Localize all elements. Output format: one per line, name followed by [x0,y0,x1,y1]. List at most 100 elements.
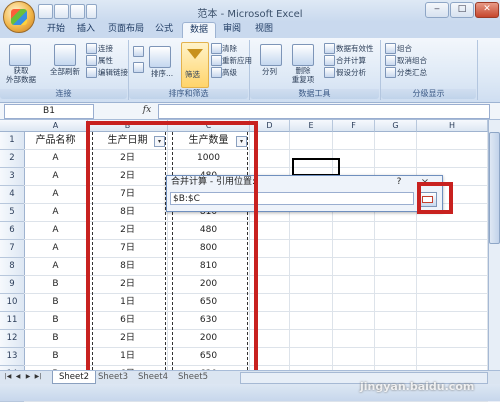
name-box[interactable]: B1 [4,104,94,119]
empty-cell[interactable] [290,132,333,150]
row-header[interactable]: 10 [0,294,25,312]
tab-review[interactable]: 审阅 [218,22,246,38]
empty-cell[interactable] [333,222,375,240]
cell-product[interactable]: A [24,222,88,240]
vertical-scroll-thumb[interactable] [489,132,500,244]
tab-data[interactable]: 数据 [182,22,216,39]
column-header[interactable]: F [333,120,375,132]
office-button[interactable] [3,1,35,33]
empty-cell[interactable] [333,312,375,330]
column-header[interactable]: H [417,120,488,132]
row-header[interactable]: 7 [0,240,25,258]
column-header[interactable]: E [290,120,333,132]
row-header[interactable]: 2 [0,150,25,168]
formula-input[interactable] [158,104,490,119]
select-all-corner[interactable] [0,120,25,132]
cell-product[interactable]: A [24,240,88,258]
help-button[interactable]: ? [393,176,405,189]
cell-product[interactable]: A [24,150,88,168]
cell-product[interactable]: A [24,168,88,186]
get-external-data-button[interactable]: 获取 外部数据 [4,66,38,84]
empty-cell[interactable] [375,132,417,150]
row-header[interactable]: 3 [0,168,25,186]
column-header[interactable]: G [375,120,417,132]
close-window-button[interactable]: ✕ [475,2,499,18]
cell-product[interactable]: B [24,312,88,330]
cell-product[interactable]: A [24,204,88,222]
row-header[interactable]: 1 [0,132,25,150]
cell-product[interactable]: B [24,348,88,366]
sort-button[interactable]: 排序... [151,68,173,79]
row-header[interactable]: 8 [0,258,25,276]
empty-cell[interactable] [417,294,488,312]
empty-cell[interactable] [290,294,333,312]
sort-az-icon[interactable] [133,46,144,57]
empty-cell[interactable] [417,132,488,150]
row-header[interactable]: 4 [0,186,25,204]
empty-cell[interactable] [333,348,375,366]
last-sheet-icon[interactable]: ▶| [34,372,42,382]
empty-cell[interactable] [375,348,417,366]
empty-cell[interactable] [417,330,488,348]
empty-cell[interactable] [290,276,333,294]
active-cell[interactable] [292,158,340,176]
empty-cell[interactable] [290,348,333,366]
empty-cell[interactable] [375,258,417,276]
properties-button[interactable]: 属性 [98,55,113,66]
text-to-columns-button[interactable]: 分列 [262,66,277,77]
column-header[interactable]: A [24,120,88,132]
tab-insert[interactable]: 插入 [72,22,100,38]
empty-cell[interactable] [333,240,375,258]
empty-cell[interactable] [417,348,488,366]
connections-button[interactable]: 连接 [98,43,113,54]
consolidate-button[interactable]: 合并计算 [336,55,366,66]
empty-cell[interactable] [290,312,333,330]
empty-cell[interactable] [375,276,417,294]
tab-page-layout[interactable]: 页面布局 [104,22,148,38]
empty-cell[interactable] [290,222,333,240]
empty-cell[interactable] [333,330,375,348]
empty-cell[interactable] [333,276,375,294]
empty-cell[interactable] [333,294,375,312]
first-sheet-icon[interactable]: |◀ [4,372,12,382]
empty-cell[interactable] [417,240,488,258]
ungroup-button[interactable]: 取消组合 [397,55,427,66]
tab-home[interactable]: 开始 [42,22,70,38]
empty-cell[interactable] [290,330,333,348]
refresh-all-button[interactable]: 全部刷新 [50,66,80,77]
cell-product[interactable]: A [24,186,88,204]
sheet-tab-active[interactable]: Sheet2 [52,371,96,384]
row-header[interactable]: 12 [0,330,25,348]
data-validation-button[interactable]: 数据有效性 [336,43,374,54]
remove-duplicates-button[interactable]: 删除 重复项 [290,66,316,84]
sheet-tab[interactable]: Sheet3 [98,372,128,383]
empty-cell[interactable] [417,276,488,294]
empty-cell[interactable] [417,150,488,168]
cell-product[interactable]: B [24,276,88,294]
filter-button[interactable]: 筛选 [181,42,209,88]
reapply-button[interactable]: 重新应用 [222,55,252,66]
empty-cell[interactable] [375,150,417,168]
sort-za-icon[interactable] [133,62,144,73]
cell-product[interactable]: B [24,330,88,348]
empty-cell[interactable] [290,258,333,276]
row-header[interactable]: 11 [0,312,25,330]
group-button[interactable]: 组合 [397,43,412,54]
empty-cell[interactable] [333,132,375,150]
empty-cell[interactable] [375,222,417,240]
empty-cell[interactable] [290,240,333,258]
row-header[interactable]: 6 [0,222,25,240]
row-header[interactable]: 13 [0,348,25,366]
empty-cell[interactable] [417,222,488,240]
clear-button[interactable]: 清除 [222,43,237,54]
empty-cell[interactable] [417,312,488,330]
row-header[interactable]: 5 [0,204,25,222]
insert-function-icon[interactable]: fx [140,104,154,117]
cell-product[interactable]: A [24,258,88,276]
empty-cell[interactable] [333,258,375,276]
advanced-button[interactable]: 高级 [222,67,237,78]
cell-product[interactable]: 产品名称 [24,132,88,150]
prev-sheet-icon[interactable]: ◀ [14,372,22,382]
minimize-button[interactable]: ‒ [425,2,449,18]
cell-product[interactable]: B [24,294,88,312]
